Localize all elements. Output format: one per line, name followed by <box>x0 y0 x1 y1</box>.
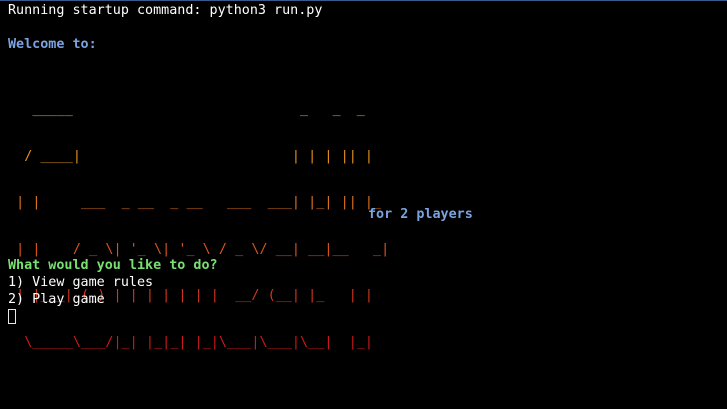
connect4-ascii-banner: _____ _ _ _ / ____| | | | || | | | ___ _… <box>8 71 389 381</box>
subtitle-for-2-players: for 2 players <box>368 207 473 222</box>
banner-line: \_____\___/|_| |_|_| |_|\___|\___|\__| |… <box>8 334 374 350</box>
banner-line: / ____| | | | || | <box>8 148 374 164</box>
menu-block: What would you like to do? 1) View game … <box>8 257 218 325</box>
input-line[interactable] <box>8 308 218 325</box>
menu-option-play-game: 2) Play game <box>8 292 105 307</box>
text-cursor[interactable] <box>8 309 16 324</box>
startup-command-line: Running startup command: python3 run.py <box>8 3 323 18</box>
window-top-border <box>0 0 727 1</box>
menu-option-view-rules: 1) View game rules <box>8 275 154 290</box>
banner-line: | | ___ _ __ _ __ ___ ___| |_| || |_ <box>8 195 382 210</box>
terminal-window[interactable]: Running startup command: python3 run.py … <box>8 2 723 406</box>
welcome-text: Welcome to: <box>8 37 97 52</box>
banner-line: | | / _ \| '_ \| '_ \ / _ \/ __| __|__ _… <box>8 241 390 257</box>
menu-prompt: What would you like to do? <box>8 258 218 273</box>
banner-line: _____ _ _ _ <box>8 102 365 117</box>
